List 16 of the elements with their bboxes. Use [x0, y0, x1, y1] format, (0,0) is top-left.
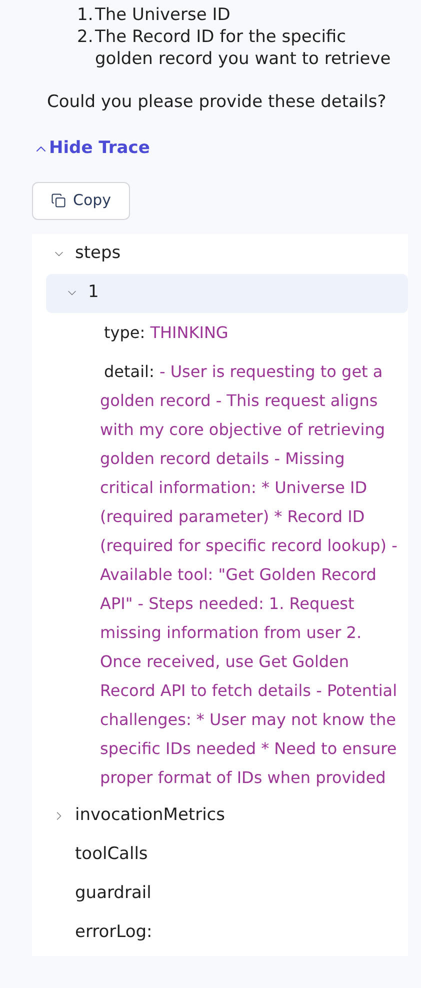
- hide-trace-link[interactable]: Hide Trace: [33, 136, 150, 162]
- tree-item[interactable]: 1: [46, 274, 408, 312]
- tree-item[interactable]: errorLog:: [46, 914, 408, 952]
- tree-item[interactable]: invocationMetrics: [46, 796, 408, 836]
- tree-item[interactable]: steps: [46, 234, 408, 274]
- list-item-text: The Universe ID: [95, 4, 230, 26]
- field-text: type: THINKING: [103, 322, 230, 344]
- list-item-text: The Record ID for the specific golden record you want to retrieve: [95, 26, 392, 70]
- copy-icon: [50, 193, 66, 208]
- tree-item[interactable]: guardrail: [46, 874, 408, 914]
- message-text: Could you please provide these details?: [46, 91, 388, 114]
- copy-button[interactable]: Copy: [32, 182, 130, 220]
- tree-item[interactable]: toolCalls: [46, 836, 408, 874]
- list-number: 1.: [77, 4, 94, 26]
- list-number: 2.: [77, 26, 94, 49]
- field-text: detail: - User is requesting to get a golden record - This request aligns with my core objective of retrieving golden record details - Missing critical information: * Universe ID (required parameter) * Record ID (required for specific record lookup) - Available tool: "Get Golden Record API" - Steps needed: 1. Request missing information from user 2. Once received, use Get Golden Record API to fetch details - Potential challenges: * User may not know the specific IDs needed * Need to ensure proper format of IDs when provided: [99, 360, 398, 788]
